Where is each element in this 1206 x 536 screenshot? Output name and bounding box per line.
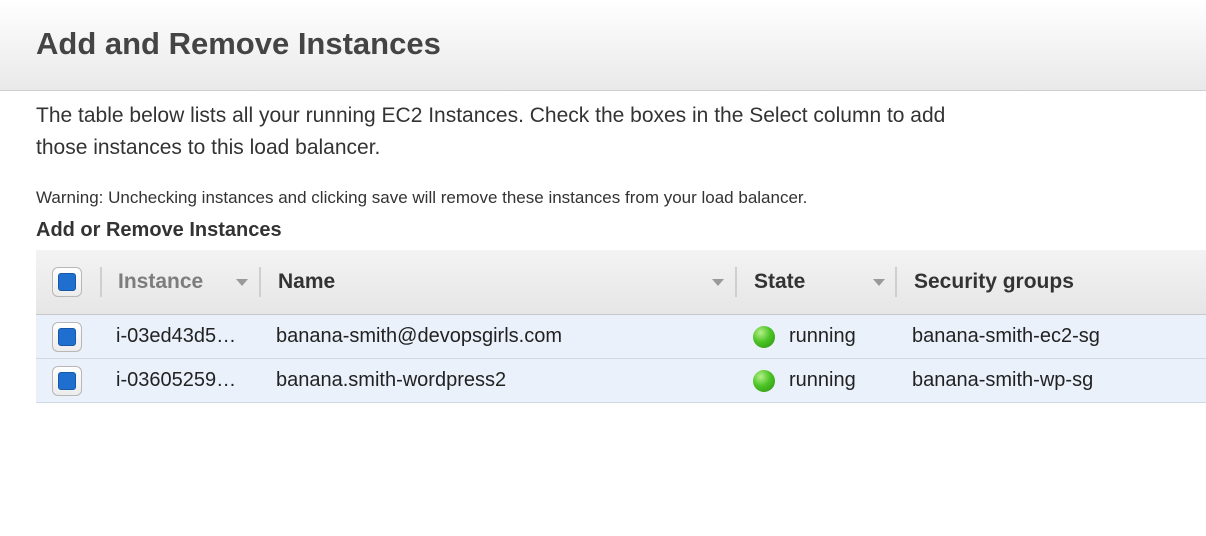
select-all-cell	[52, 250, 82, 314]
instance-id-cell: i-03ed43d5…	[116, 315, 236, 358]
column-header-name-label: Name	[278, 270, 336, 293]
row-select-cell	[52, 315, 82, 358]
instance-name: banana.smith-wordpress2	[276, 369, 507, 391]
column-header-state-label: State	[754, 270, 806, 293]
select-all-checkbox[interactable]	[52, 267, 82, 297]
status-running-icon	[753, 369, 775, 392]
instance-state: running	[789, 369, 856, 391]
instance-id: i-03605259…	[116, 369, 237, 391]
instance-id: i-03ed43d5…	[116, 325, 237, 347]
security-groups-cell: banana-smith-ec2-sg	[912, 315, 1100, 358]
security-groups-cell: banana-smith-wp-sg	[912, 359, 1093, 402]
column-divider	[895, 267, 897, 297]
table-header: Instance Name State Security groups	[36, 250, 1206, 315]
checkbox-checked-icon	[58, 371, 76, 390]
dialog-title: Add and Remove Instances	[36, 26, 441, 61]
column-header-instance-label: Instance	[118, 270, 204, 293]
chevron-down-icon[interactable]	[236, 279, 248, 286]
instance-id-cell: i-03605259…	[116, 359, 236, 402]
row-checkbox[interactable]	[52, 365, 82, 396]
instance-state-cell: running	[753, 315, 856, 358]
row-select-cell	[52, 359, 82, 402]
chevron-down-icon[interactable]	[873, 279, 885, 286]
column-header-instance[interactable]: Instance	[118, 250, 203, 314]
chevron-down-icon[interactable]	[712, 279, 724, 286]
checkbox-checked-icon	[58, 327, 76, 346]
instance-name-cell: banana.smith-wordpress2	[276, 359, 506, 402]
instance-state: running	[789, 325, 856, 347]
section-title: Add or Remove Instances	[36, 219, 282, 241]
status-running-icon	[753, 325, 775, 348]
security-group-link[interactable]: banana-smith-ec2-sg	[912, 325, 1100, 348]
instances-table: Instance Name State Security groups i-03…	[36, 250, 1206, 403]
checkbox-checked-icon	[58, 273, 76, 291]
dialog-description: The table below lists all your running E…	[36, 104, 946, 159]
column-header-state[interactable]: State	[754, 250, 805, 314]
column-divider	[259, 267, 261, 297]
column-header-security-groups[interactable]: Security groups	[914, 250, 1074, 314]
instance-name-cell: banana-smith@devopsgirls.com	[276, 315, 562, 358]
column-divider	[735, 267, 737, 297]
security-group-link[interactable]: banana-smith-wp-sg	[912, 369, 1093, 392]
instance-name: banana-smith@devopsgirls.com	[276, 325, 562, 347]
dialog-header: Add and Remove Instances	[0, 0, 1206, 91]
column-header-name[interactable]: Name	[278, 250, 335, 314]
column-divider	[100, 267, 102, 297]
instance-state-cell: running	[753, 359, 856, 402]
table-row[interactable]: i-03605259… banana.smith-wordpress2 runn…	[36, 359, 1206, 403]
row-checkbox[interactable]	[52, 321, 82, 352]
table-row[interactable]: i-03ed43d5… banana-smith@devopsgirls.com…	[36, 315, 1206, 359]
warning-text: Warning: Unchecking instances and clicki…	[36, 188, 808, 207]
column-header-security-groups-label: Security groups	[914, 270, 1074, 293]
